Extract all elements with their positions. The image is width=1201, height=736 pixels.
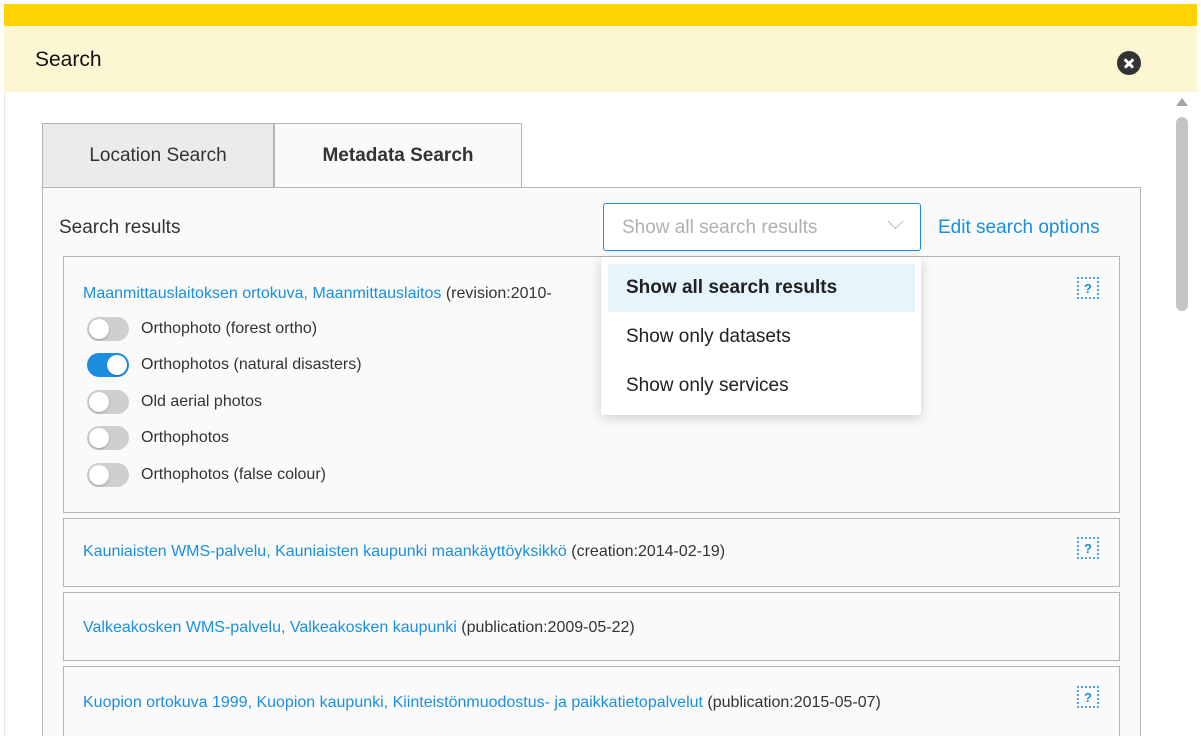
layer-toggle[interactable]	[87, 463, 129, 487]
result-meta: (creation:2014-02-19)	[571, 543, 726, 560]
info-icon[interactable]: ?	[1077, 686, 1099, 708]
result-title-link[interactable]: Kauniaisten WMS-palvelu, Kauniaisten kau…	[83, 543, 567, 560]
search-result-item: Kuopion ortokuva 1999, Kuopion kaupunki,…	[63, 666, 1120, 736]
layer-item: Orthophotos	[87, 426, 229, 450]
layer-item: Orthophotos (natural disasters)	[87, 353, 362, 377]
layer-label: Orthophotos (false colour)	[141, 466, 326, 483]
info-icon[interactable]: ?	[1077, 537, 1099, 559]
layer-item: Orthophoto (forest ortho)	[87, 317, 317, 341]
layer-label: Orthophoto (forest ortho)	[141, 320, 318, 337]
result-title: Kuopion ortokuva 1999, Kuopion kaupunki,…	[83, 694, 881, 712]
page-title: Search	[35, 48, 102, 71]
header-accent-bar	[4, 4, 1197, 26]
info-icon[interactable]: ?	[1077, 277, 1099, 299]
dropdown-option-all[interactable]: Show all search results	[608, 264, 915, 312]
close-icon[interactable]	[1117, 51, 1141, 75]
search-results-label: Search results	[59, 217, 181, 238]
dropdown-option-services[interactable]: Show only services	[608, 362, 915, 410]
result-meta: (publication:2009-05-22)	[461, 619, 635, 636]
edit-search-options-link[interactable]: Edit search options	[938, 217, 1100, 239]
result-title-link[interactable]: Valkeakosken WMS-palvelu, Valkeakosken k…	[83, 619, 457, 636]
result-filter-select[interactable]: Show all search results	[603, 203, 921, 251]
layer-item: Old aerial photos	[87, 390, 262, 414]
search-result-item: Kauniaisten WMS-palvelu, Kauniaisten kau…	[63, 518, 1120, 587]
layer-label: Orthophotos (natural disasters)	[141, 356, 362, 373]
tab-location-search[interactable]: Location Search	[42, 123, 274, 188]
result-title: Kauniaisten WMS-palvelu, Kauniaisten kau…	[83, 543, 725, 561]
result-meta: (publication:2015-05-07)	[707, 694, 881, 711]
result-title: Valkeakosken WMS-palvelu, Valkeakosken k…	[83, 619, 635, 637]
search-header: Search	[4, 26, 1197, 92]
layer-label: Orthophotos	[141, 429, 230, 446]
layer-toggle[interactable]	[87, 390, 129, 414]
search-result-item: Valkeakosken WMS-palvelu, Valkeakosken k…	[63, 592, 1120, 661]
tab-metadata-search[interactable]: Metadata Search	[274, 123, 522, 188]
result-filter-value: Show all search results	[622, 217, 818, 238]
result-title-link[interactable]: Maanmittauslaitoksen ortokuva, Maanmitta…	[83, 285, 441, 302]
dropdown-option-datasets[interactable]: Show only datasets	[608, 313, 915, 361]
scrollbar-thumb[interactable]	[1176, 117, 1188, 311]
layer-label: Old aerial photos	[141, 393, 262, 410]
result-title-link[interactable]: Kuopion ortokuva 1999, Kuopion kaupunki,…	[83, 694, 703, 711]
layer-item: Orthophotos (false colour)	[87, 463, 326, 487]
scroll-up-arrow-icon[interactable]	[1176, 98, 1188, 106]
layer-toggle[interactable]	[87, 426, 129, 450]
layer-toggle[interactable]	[87, 317, 129, 341]
search-result-item: Maanmittauslaitoksen ortokuva, Maanmitta…	[63, 256, 1120, 513]
result-filter-dropdown: Show all search results Show only datase…	[601, 257, 921, 415]
result-title: Maanmittauslaitoksen ortokuva, Maanmitta…	[83, 285, 552, 303]
result-meta: (revision:2010-	[445, 285, 552, 302]
layer-toggle[interactable]	[87, 353, 129, 377]
chevron-down-icon	[887, 213, 904, 230]
